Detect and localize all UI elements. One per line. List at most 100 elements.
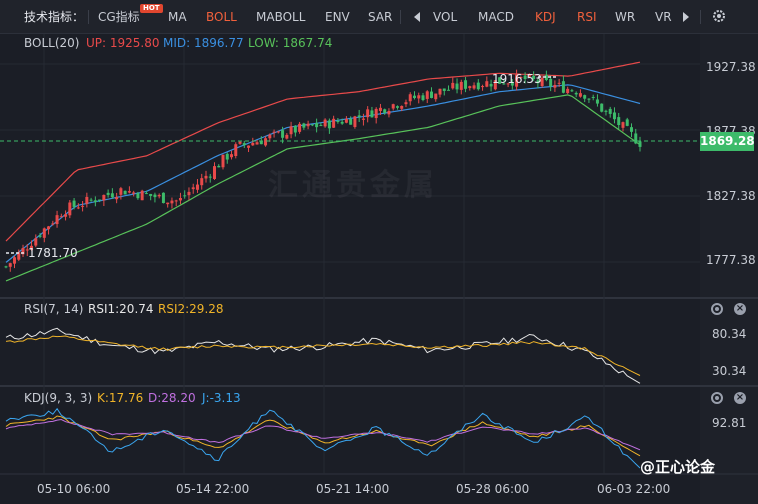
boll-low-value: LOW: 1867.74 — [248, 36, 333, 50]
toolbar-label: 技术指标： — [24, 10, 85, 24]
price-axis-label: 1927.38 — [706, 60, 756, 74]
chevron-left-icon[interactable] — [413, 11, 421, 23]
candle-body — [421, 95, 425, 101]
candle-body — [472, 85, 476, 89]
kdj-d-value: D:28.20 — [148, 391, 196, 405]
candle-body — [434, 93, 438, 100]
candle-body — [51, 223, 55, 225]
candle-body — [89, 199, 93, 201]
tab-wr[interactable]: WR — [615, 9, 635, 25]
gear-icon[interactable] — [712, 9, 726, 23]
kdj-close-icon[interactable]: × — [734, 392, 746, 404]
candle-body — [47, 226, 51, 230]
tab-maboll[interactable]: MABOLL — [256, 9, 305, 25]
boll-header: BOLL(20) UP: 1925.80 MID: 1896.77 LOW: 1… — [0, 32, 758, 54]
tab-macd[interactable]: MACD — [478, 9, 514, 25]
candle-body — [595, 99, 599, 104]
brand-watermark: @正心论金 — [640, 458, 716, 476]
candle-body — [357, 115, 361, 118]
tab-rsi[interactable]: RSI — [577, 9, 597, 25]
candle-body — [230, 154, 234, 158]
tab-boll[interactable]: BOLL — [206, 9, 237, 25]
tab-vr[interactable]: VR — [655, 9, 672, 25]
candle-body — [417, 95, 421, 99]
candle-body — [315, 122, 319, 128]
hot-badge: HOT — [140, 4, 163, 13]
candle-body — [323, 119, 327, 127]
tab-sar[interactable]: SAR — [368, 9, 392, 25]
candle-body — [374, 108, 378, 119]
candle-body — [272, 131, 276, 133]
rsi-lines — [5, 327, 641, 384]
candle-body — [561, 81, 565, 93]
chart-area — [0, 34, 758, 504]
candle-body — [110, 193, 114, 198]
candle-body — [583, 95, 587, 99]
candle-body — [378, 107, 382, 111]
candle-body — [149, 193, 153, 196]
candle-body — [349, 118, 353, 125]
candle-body — [59, 216, 63, 218]
candle-body — [344, 118, 348, 123]
time-axis-label: 05-28 06:00 — [456, 482, 530, 496]
candle-body — [8, 263, 12, 267]
candle-body — [106, 192, 110, 195]
candle-body — [132, 192, 136, 194]
candle-body — [183, 195, 187, 197]
candle-body — [115, 196, 119, 200]
tab-cg[interactable]: CG指标 — [98, 9, 140, 25]
candle-body — [200, 178, 204, 186]
high-price-label: 1916.53 — [492, 72, 542, 86]
candle-body — [34, 238, 38, 246]
candle-body — [574, 92, 578, 95]
candle-body — [161, 192, 165, 204]
rsi-settings-icon[interactable] — [711, 303, 723, 315]
candle-body — [289, 126, 293, 135]
candle-body — [4, 266, 8, 268]
candle-body — [447, 89, 451, 91]
candle-body — [98, 199, 102, 201]
candle-body — [425, 91, 429, 99]
time-axis-label: 05-21 14:00 — [316, 482, 390, 496]
candle-body — [608, 108, 612, 114]
candle-body — [204, 175, 208, 179]
candle-body — [119, 188, 123, 195]
price-axis-label: 1777.38 — [706, 253, 756, 267]
candle-body — [72, 200, 76, 207]
candle-body — [408, 94, 412, 102]
candle-body — [157, 194, 161, 197]
tab-vol[interactable]: VOL — [433, 9, 457, 25]
candle-body — [587, 98, 591, 100]
candle-body — [174, 200, 178, 202]
current-price-tag: 1869.28 — [700, 132, 755, 151]
candle-body — [306, 123, 310, 127]
chevron-right-icon[interactable] — [682, 11, 690, 23]
tab-kdj[interactable]: KDJ — [535, 9, 556, 25]
candle-body — [383, 109, 387, 113]
candle-body — [629, 127, 633, 132]
candle-body — [438, 88, 442, 95]
toolbar-divider — [400, 10, 401, 24]
candle-body — [485, 81, 489, 87]
rsi-close-icon[interactable]: × — [734, 303, 746, 315]
indicator-toolbar: 技术指标： CG指标 HOT MA BOLL MABOLL ENV SAR VO… — [0, 0, 758, 34]
candle-body — [255, 142, 259, 145]
toolbar-divider — [700, 10, 701, 24]
candle-body — [170, 200, 174, 204]
time-axis-label: 06-03 22:00 — [597, 482, 671, 496]
candle-body — [451, 82, 455, 89]
candle-body — [553, 84, 557, 88]
candle-body — [144, 193, 148, 195]
candle-body — [336, 120, 340, 122]
candle-body — [366, 109, 370, 118]
kdj-settings-icon[interactable] — [711, 392, 723, 404]
candle-body — [212, 166, 216, 179]
candle-body — [264, 138, 268, 146]
candle-body — [234, 144, 238, 157]
price-axis-bg — [700, 34, 758, 504]
rsi-axis-label: 30.34 — [712, 364, 747, 378]
tab-env[interactable]: ENV — [325, 9, 350, 25]
kdj-header: KDJ(9, 3, 3) K:17.76 D:28.20 J:-3.13 — [0, 387, 758, 409]
candle-body — [310, 124, 314, 126]
tab-ma[interactable]: MA — [168, 9, 187, 25]
